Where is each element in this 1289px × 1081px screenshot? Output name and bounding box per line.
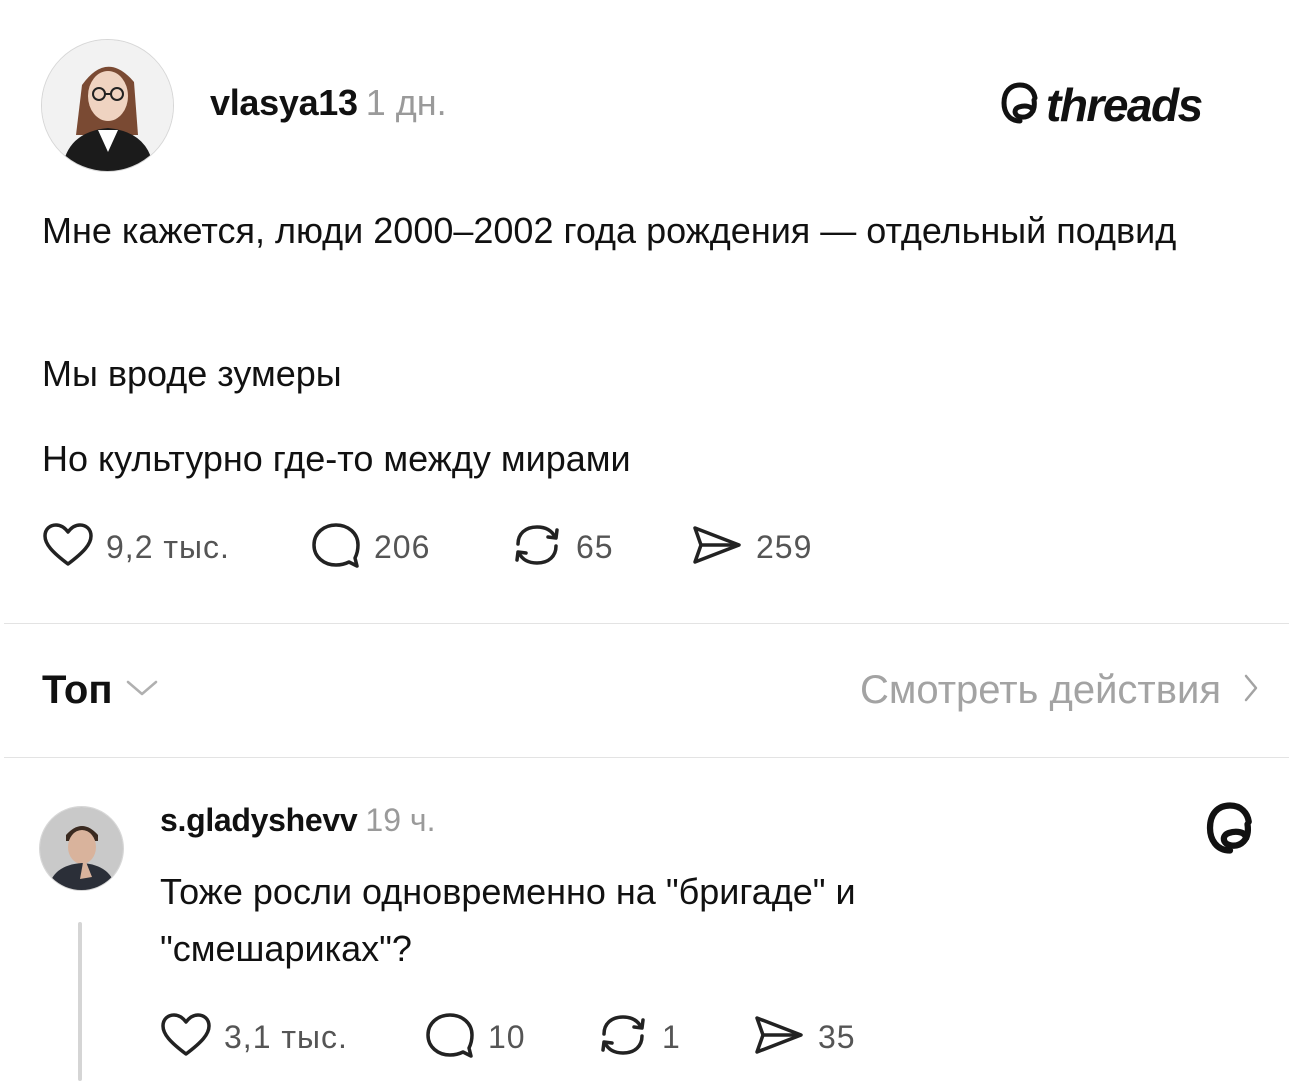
reply-count: 206 bbox=[374, 529, 431, 565]
speech-bubble-icon bbox=[310, 522, 362, 573]
reply-author-avatar[interactable] bbox=[39, 806, 124, 891]
post-author-avatar[interactable] bbox=[41, 39, 174, 172]
reply-button[interactable]: 206 bbox=[310, 522, 430, 573]
like-button[interactable]: 9,2 тыс. bbox=[42, 522, 230, 573]
send-icon bbox=[690, 522, 744, 573]
repost-button[interactable]: 65 bbox=[510, 522, 614, 573]
reply-timestamp: 19 ч. bbox=[365, 802, 436, 838]
post-paragraph: Мы вроде зумеры bbox=[42, 353, 342, 394]
post-timestamp: 1 дн. bbox=[365, 82, 447, 123]
like-count: 9,2 тыс. bbox=[106, 529, 230, 565]
threads-logo-icon bbox=[1000, 81, 1040, 130]
chevron-right-icon bbox=[1243, 673, 1259, 708]
chevron-down-icon bbox=[125, 678, 159, 703]
post-header: vlasya13 1 дн. bbox=[210, 82, 447, 124]
reply-header: s.gladyshevv 19 ч. bbox=[160, 802, 435, 839]
repost-count: 65 bbox=[576, 529, 614, 565]
repost-button[interactable]: 1 bbox=[596, 1012, 681, 1063]
post-username[interactable]: vlasya13 bbox=[210, 82, 358, 123]
heart-icon bbox=[42, 522, 94, 573]
reply-count: 10 bbox=[488, 1019, 526, 1055]
repost-count: 1 bbox=[662, 1019, 681, 1055]
post-paragraph: Мне кажется, люди 2000–2002 года рождени… bbox=[42, 210, 1177, 251]
view-activity-link[interactable]: Смотреть действия bbox=[860, 668, 1259, 713]
repost-icon bbox=[596, 1012, 650, 1063]
like-button[interactable]: 3,1 тыс. bbox=[160, 1012, 348, 1063]
reply-button[interactable]: 10 bbox=[424, 1012, 526, 1063]
post-paragraph: Но культурно где-то между мирами bbox=[42, 438, 631, 479]
share-count: 259 bbox=[756, 529, 813, 565]
threads-brand: threads bbox=[1000, 79, 1203, 131]
share-count: 35 bbox=[818, 1019, 856, 1055]
reply-username[interactable]: s.gladyshevv bbox=[160, 802, 358, 838]
like-count: 3,1 тыс. bbox=[224, 1019, 348, 1055]
threads-logo-icon bbox=[1205, 800, 1255, 861]
share-button[interactable]: 35 bbox=[752, 1012, 856, 1063]
send-icon bbox=[752, 1012, 806, 1063]
share-button[interactable]: 259 bbox=[690, 522, 812, 573]
repost-icon bbox=[510, 522, 564, 573]
sort-dropdown[interactable]: Топ bbox=[42, 668, 159, 713]
speech-bubble-icon bbox=[424, 1012, 476, 1063]
reply-text: Тоже росли одновременно на "бригаде" и "… bbox=[160, 871, 856, 969]
divider bbox=[4, 757, 1289, 758]
thread-line bbox=[78, 922, 82, 1081]
sort-label: Топ bbox=[42, 668, 113, 712]
divider bbox=[4, 623, 1289, 624]
view-activity-label: Смотреть действия bbox=[859, 668, 1221, 712]
heart-icon bbox=[160, 1012, 212, 1063]
threads-wordmark: threads bbox=[1046, 79, 1203, 131]
